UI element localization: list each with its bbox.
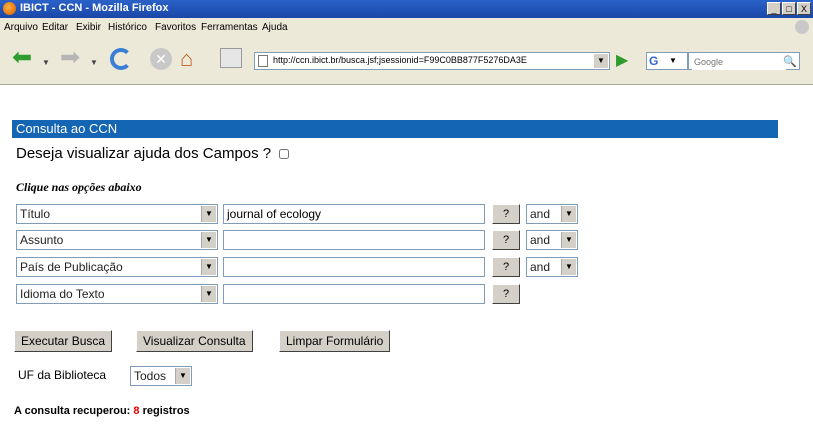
operator-select[interactable]: and ▼ [526,257,578,277]
go-arrow-icon[interactable]: ▶ [616,53,628,69]
result-prefix: A consulta recuperou: [14,405,131,417]
home-icon[interactable]: ⌂ [180,46,193,72]
field-help-button[interactable]: ? [492,204,520,224]
menu-ferramentas[interactable]: Ferramentas [201,22,258,33]
result-count: 8 [133,405,140,417]
search-input[interactable] [692,54,786,70]
result-suffix: registros [142,405,190,417]
menu-historico[interactable]: Histórico [108,22,147,33]
address-bar[interactable]: http://ccn.ibict.br/busca.jsf;jsessionid… [254,52,610,70]
chevron-down-icon: ▼ [201,206,216,222]
menu-arquivo[interactable]: Arquivo [4,22,38,33]
search-box[interactable]: 🔍 [688,52,800,70]
field-help-button[interactable]: ? [492,257,520,277]
field-select-value: Título [20,207,51,221]
chevron-down-icon: ▼ [561,232,576,248]
view-query-button[interactable]: Visualizar Consulta [136,330,253,352]
field-select[interactable]: Idioma do Texto ▼ [16,284,218,304]
reload-icon[interactable] [110,48,132,70]
throbber-icon [795,20,809,34]
result-summary: A consulta recuperou: 8 registros [14,405,190,417]
chevron-down-icon: ▼ [561,259,576,275]
url-text[interactable]: http://ccn.ibict.br/busca.jsf;jsessionid… [273,55,573,65]
uf-label: UF da Biblioteca [18,368,107,382]
field-select[interactable]: Assunto ▼ [16,230,218,250]
menu-ajuda[interactable]: Ajuda [262,22,288,33]
operator-select-value: and [530,233,551,247]
field-select-value: Assunto [20,233,64,247]
uf-select[interactable]: Todos ▼ [130,366,192,386]
menu-exibir[interactable]: Exibir [76,22,101,33]
field-select-value: Idioma do Texto [20,287,105,301]
chevron-down-icon: ▼ [201,259,216,275]
page-icon [258,55,268,67]
search-term-input[interactable] [223,257,485,277]
operator-select-value: and [530,207,551,221]
firefox-icon [3,2,16,15]
help-checkbox[interactable] [279,149,290,160]
clear-form-button[interactable]: Limpar Formulário [279,330,391,352]
operator-select[interactable]: and ▼ [526,230,578,250]
chevron-down-icon[interactable]: ▼ [90,58,98,67]
menu-editar[interactable]: Editar [42,22,68,33]
stop-icon[interactable]: ✕ [150,48,172,70]
execute-search-button[interactable]: Executar Busca [14,330,113,352]
uf-select-value: Todos [134,369,167,383]
menu-favoritos[interactable]: Favoritos [155,22,196,33]
menu-bar: Arquivo Editar Exibir Histórico Favorito… [0,18,813,38]
options-label: Clique nas opções abaixo [16,180,142,194]
field-select[interactable]: Título ▼ [16,204,218,224]
navigation-toolbar: ⬅ ▼ ➡ ▼ ✕ ⌂ http://ccn.ibict.br/busca.js… [0,38,813,85]
search-term-input[interactable] [223,230,485,250]
field-help-button[interactable]: ? [492,284,520,304]
operator-select-value: and [530,260,551,274]
chevron-down-icon: ▼ [669,56,677,65]
minimize-button[interactable]: _ [767,2,781,15]
chevron-down-icon: ▼ [201,232,216,248]
chevron-down-icon: ▼ [175,368,190,384]
help-toggle: Deseja visualizar ajuda dos Campos ? [16,145,290,162]
field-help-button[interactable]: ? [492,230,520,250]
window-title: IBICT - CCN - Mozilla Firefox [20,2,169,14]
chevron-down-icon[interactable]: ▼ [594,54,608,68]
help-label: Deseja visualizar ajuda dos Campos ? [16,145,272,162]
search-term-input[interactable] [223,284,485,304]
field-select-value: País de Publicação [20,260,123,274]
search-engine-selector[interactable]: G ▼ [646,52,688,70]
search-icon[interactable]: 🔍 [783,55,797,68]
forward-arrow-icon[interactable]: ➡ [60,46,80,70]
operator-select[interactable]: and ▼ [526,204,578,224]
search-term-input[interactable]: journal of ecology [223,204,485,224]
page-title: Consulta ao CCN [12,120,778,138]
close-button[interactable]: X [797,2,811,15]
maximize-button[interactable]: □ [782,2,796,15]
google-icon: G [649,54,659,68]
new-tab-icon[interactable] [220,48,242,68]
chevron-down-icon: ▼ [561,206,576,222]
field-select[interactable]: País de Publicação ▼ [16,257,218,277]
chevron-down-icon[interactable]: ▼ [42,58,50,67]
window-title-bar: IBICT - CCN - Mozilla Firefox _ □ X [0,0,813,18]
chevron-down-icon: ▼ [201,286,216,302]
back-arrow-icon[interactable]: ⬅ [12,46,32,70]
